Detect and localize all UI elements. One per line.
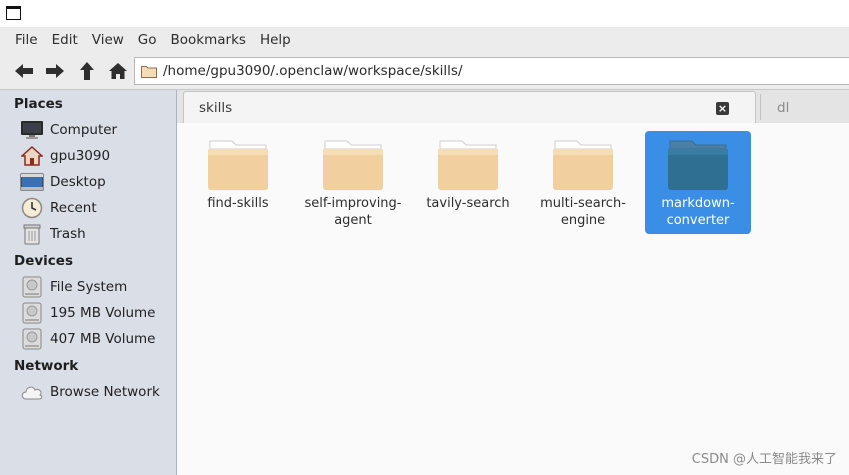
clock-icon bbox=[20, 197, 44, 219]
forward-button[interactable] bbox=[43, 60, 67, 82]
close-icon[interactable]: × bbox=[716, 102, 729, 115]
sidebar-item-file-system[interactable]: File System bbox=[20, 275, 170, 299]
location-bar[interactable]: /home/gpu3090/.openclaw/workspace/skills… bbox=[134, 57, 849, 85]
drive-icon bbox=[20, 302, 44, 324]
folder-name: markdown- bbox=[661, 196, 735, 211]
folder-name-line2: engine bbox=[560, 213, 606, 228]
window-icon[interactable] bbox=[6, 6, 21, 20]
up-button[interactable] bbox=[75, 60, 99, 82]
folder-icon bbox=[208, 140, 268, 190]
sidebar-item-407mb-volume[interactable]: 407 MB Volume bbox=[20, 327, 170, 351]
sidebar-section-network: Network bbox=[14, 358, 79, 374]
folder-name-line2: agent bbox=[334, 213, 372, 228]
folder-item-tavily-search[interactable]: tavily-search bbox=[415, 131, 521, 234]
menu-edit[interactable]: Edit bbox=[45, 32, 85, 48]
folder-icon bbox=[323, 140, 383, 190]
folder-item-markdown-converter[interactable]: markdown-converter bbox=[645, 131, 751, 234]
home-folder-icon bbox=[20, 145, 44, 167]
menu-file[interactable]: File bbox=[8, 32, 45, 48]
folder-item-multi-search-engine[interactable]: multi-search-engine bbox=[530, 131, 636, 234]
folder-name: tavily-search bbox=[426, 196, 510, 211]
tab-skills[interactable]: skills × bbox=[183, 91, 756, 123]
tab-dl[interactable]: dl bbox=[767, 94, 849, 122]
folder-item-find-skills[interactable]: find-skills bbox=[185, 131, 291, 234]
arrow-left-icon bbox=[15, 64, 33, 78]
trash-icon bbox=[20, 223, 44, 245]
sidebar-item-195mb-volume[interactable]: 195 MB Volume bbox=[20, 301, 170, 325]
menu-help[interactable]: Help bbox=[253, 32, 298, 48]
folder-icon bbox=[438, 140, 498, 190]
arrow-right-icon bbox=[46, 64, 64, 78]
sidebar-item-trash[interactable]: Trash bbox=[20, 222, 170, 246]
back-button[interactable] bbox=[12, 60, 36, 82]
folder-icon bbox=[141, 65, 157, 78]
sidebar-section-devices: Devices bbox=[14, 253, 73, 269]
cloud-icon bbox=[20, 381, 44, 403]
menu-bookmarks[interactable]: Bookmarks bbox=[164, 32, 253, 48]
menubar: File Edit View Go Bookmarks Help bbox=[0, 27, 849, 52]
folder-name: self-improving- bbox=[304, 196, 402, 211]
drive-icon bbox=[20, 276, 44, 298]
menu-view[interactable]: View bbox=[85, 32, 131, 48]
drive-icon bbox=[20, 328, 44, 350]
sidebar-item-desktop[interactable]: Desktop bbox=[20, 170, 170, 194]
window-titlebar bbox=[0, 0, 849, 27]
desktop-icon bbox=[20, 171, 44, 193]
tab-bar: skills × dl bbox=[177, 90, 849, 123]
watermark: CSDN @人工智能我来了 bbox=[691, 452, 837, 467]
location-path: /home/gpu3090/.openclaw/workspace/skills… bbox=[163, 63, 463, 79]
sidebar-section-places: Places bbox=[14, 96, 63, 112]
folder-name: find-skills bbox=[207, 196, 269, 211]
sidebar-item-browse-network[interactable]: Browse Network bbox=[20, 380, 170, 404]
folder-icon bbox=[553, 140, 613, 190]
sidebar-item-home[interactable]: gpu3090 bbox=[20, 144, 170, 168]
sidebar-item-computer[interactable]: Computer bbox=[20, 118, 170, 142]
file-view[interactable]: find-skills self-improving-agent tavily-… bbox=[177, 123, 849, 475]
monitor-icon bbox=[20, 119, 44, 141]
folder-name: multi-search- bbox=[540, 196, 626, 211]
menu-go[interactable]: Go bbox=[131, 32, 164, 48]
home-button[interactable] bbox=[106, 60, 130, 82]
sidebar: Places Computer gpu3090 Desktop Recent T… bbox=[0, 90, 177, 475]
sidebar-item-recent[interactable]: Recent bbox=[20, 196, 170, 220]
folder-name-line2: converter bbox=[666, 213, 730, 228]
tab-divider bbox=[760, 94, 761, 120]
arrow-up-icon bbox=[80, 62, 94, 80]
folder-item-self-improving-agent[interactable]: self-improving-agent bbox=[300, 131, 406, 234]
home-icon bbox=[109, 63, 127, 79]
folder-icon bbox=[668, 140, 728, 190]
